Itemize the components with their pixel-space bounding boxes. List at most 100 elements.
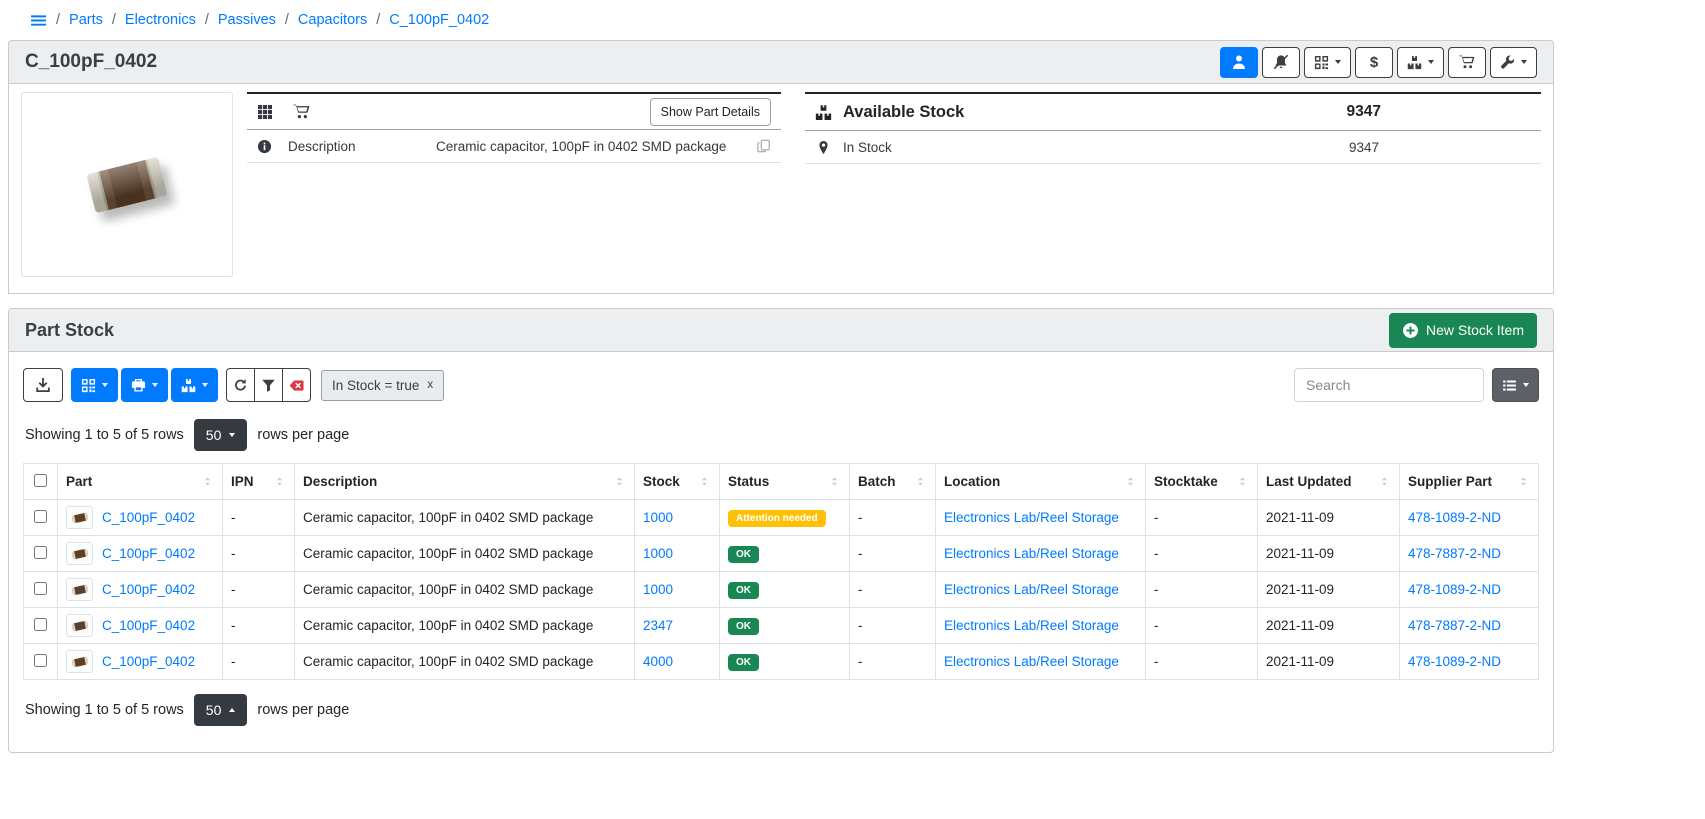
refresh-button[interactable] [226,368,255,402]
chevron-down-icon [1335,60,1341,64]
barcode-actions-button[interactable] [71,368,118,402]
row-checkbox[interactable] [34,582,47,595]
column-view-button[interactable] [1492,368,1539,402]
stock-boxes-icon [1407,55,1422,70]
row-checkbox[interactable] [34,618,47,631]
part-link[interactable]: C_100pF_0402 [102,582,195,597]
last-updated-cell: 2021-11-09 [1258,500,1400,536]
stock-link[interactable]: 1000 [643,546,673,561]
stock-link[interactable]: 1000 [643,582,673,597]
column-header-supplier-part[interactable]: Supplier Part [1400,464,1539,500]
stocktake-cell: - [1146,572,1258,608]
table-row[interactable]: C_100pF_0402 - Ceramic capacitor, 100pF … [24,608,1539,644]
supplier-part-link[interactable]: 478-1089-2-ND [1408,510,1501,525]
page-size-selector[interactable]: 50 [194,694,248,726]
barcode-actions-button[interactable] [1304,47,1351,78]
supplier-part-link[interactable]: 478-1089-2-ND [1408,654,1501,669]
pagination-bottom: Showing 1 to 5 of 5 rows 50 rows per pag… [25,694,1537,726]
order-part-button[interactable] [1448,47,1486,78]
new-stock-item-button[interactable]: New Stock Item [1389,313,1537,348]
stock-options-button[interactable] [171,368,218,402]
column-header-ipn[interactable]: IPN [223,464,295,500]
location-link[interactable]: Electronics Lab/Reel Storage [944,618,1119,633]
stock-boxes-icon [815,104,832,121]
breadcrumb-separator: / [285,12,289,28]
stock-link[interactable]: 4000 [643,654,673,669]
row-checkbox[interactable] [34,510,47,523]
rows-per-page-text: rows per page [257,427,349,443]
table-row[interactable]: C_100pF_0402 - Ceramic capacitor, 100pF … [24,536,1539,572]
active-filter-chip[interactable]: In Stock = true x [321,370,444,401]
status-badge: Attention needed [728,510,826,527]
column-header-status[interactable]: Status [720,464,850,500]
column-header-stock[interactable]: Stock [635,464,720,500]
capacitor-photo [86,156,167,213]
part-actions-button[interactable] [1490,47,1537,78]
page-size-selector[interactable]: 50 [194,419,248,451]
stock-link[interactable]: 1000 [643,510,673,525]
breadcrumb-link-capacitors[interactable]: Capacitors [298,12,367,28]
stock-boxes-icon [181,378,196,393]
location-link[interactable]: Electronics Lab/Reel Storage [944,582,1119,597]
location-pin-icon [817,140,830,155]
print-actions-button[interactable] [121,368,168,402]
breadcrumb-link-parts[interactable]: Parts [69,12,103,28]
column-header-stocktake[interactable]: Stocktake [1146,464,1258,500]
location-link[interactable]: Electronics Lab/Reel Storage [944,546,1119,561]
part-thumbnail [66,506,93,529]
clear-filters-button[interactable] [282,368,311,402]
last-updated-cell: 2021-11-09 [1258,608,1400,644]
filter-icon [261,378,276,393]
status-badge: OK [728,582,759,599]
part-thumbnail [66,614,93,637]
sort-icon [1378,475,1391,488]
notifications-off-button[interactable] [1262,47,1300,78]
table-row[interactable]: C_100pF_0402 - Ceramic capacitor, 100pF … [24,644,1539,680]
column-header-last-updated[interactable]: Last Updated [1258,464,1400,500]
remove-filter-icon[interactable]: x [427,379,433,391]
pagination-top: Showing 1 to 5 of 5 rows 50 rows per pag… [25,419,1537,451]
row-checkbox[interactable] [34,654,47,667]
column-header-location[interactable]: Location [936,464,1146,500]
part-link[interactable]: C_100pF_0402 [102,654,195,669]
part-link[interactable]: C_100pF_0402 [102,618,195,633]
supplier-part-link[interactable]: 478-7887-2-ND [1408,546,1501,561]
rows-per-page-text: rows per page [257,702,349,718]
subscribe-button[interactable] [1220,47,1258,78]
location-link[interactable]: Electronics Lab/Reel Storage [944,510,1119,525]
part-link[interactable]: C_100pF_0402 [102,510,195,525]
menu-icon[interactable] [30,12,47,29]
supplier-part-link[interactable]: 478-7887-2-ND [1408,618,1501,633]
export-button[interactable] [23,368,63,402]
select-all-checkbox[interactable] [34,474,47,487]
column-header-part[interactable]: Part [58,464,223,500]
stock-actions-button[interactable] [1397,47,1444,78]
breadcrumb-link-current-part[interactable]: C_100pF_0402 [389,12,489,28]
sort-icon [613,475,626,488]
cart-icon[interactable] [293,103,310,120]
show-part-details-button[interactable]: Show Part Details [650,98,771,126]
table-row[interactable]: C_100pF_0402 - Ceramic capacitor, 100pF … [24,500,1539,536]
breadcrumb-link-electronics[interactable]: Electronics [125,12,196,28]
ipn-cell: - [223,500,295,536]
filter-button[interactable] [254,368,283,402]
grid-icon[interactable] [257,104,273,120]
part-link[interactable]: C_100pF_0402 [102,546,195,561]
breadcrumb-separator: / [205,12,209,28]
table-row[interactable]: C_100pF_0402 - Ceramic capacitor, 100pF … [24,572,1539,608]
column-header-batch[interactable]: Batch [850,464,936,500]
part-image[interactable] [21,92,233,277]
row-checkbox[interactable] [34,546,47,559]
search-input[interactable] [1294,368,1484,402]
location-link[interactable]: Electronics Lab/Reel Storage [944,654,1119,669]
column-header-description[interactable]: Description [295,464,635,500]
printer-icon [131,378,146,393]
download-icon [35,377,51,393]
stock-link[interactable]: 2347 [643,618,673,633]
ipn-cell: - [223,536,295,572]
select-all-header[interactable] [24,464,58,500]
breadcrumb-link-passives[interactable]: Passives [218,12,276,28]
supplier-part-link[interactable]: 478-1089-2-ND [1408,582,1501,597]
copy-icon[interactable] [757,139,771,153]
pricing-button[interactable]: $ [1355,47,1393,78]
